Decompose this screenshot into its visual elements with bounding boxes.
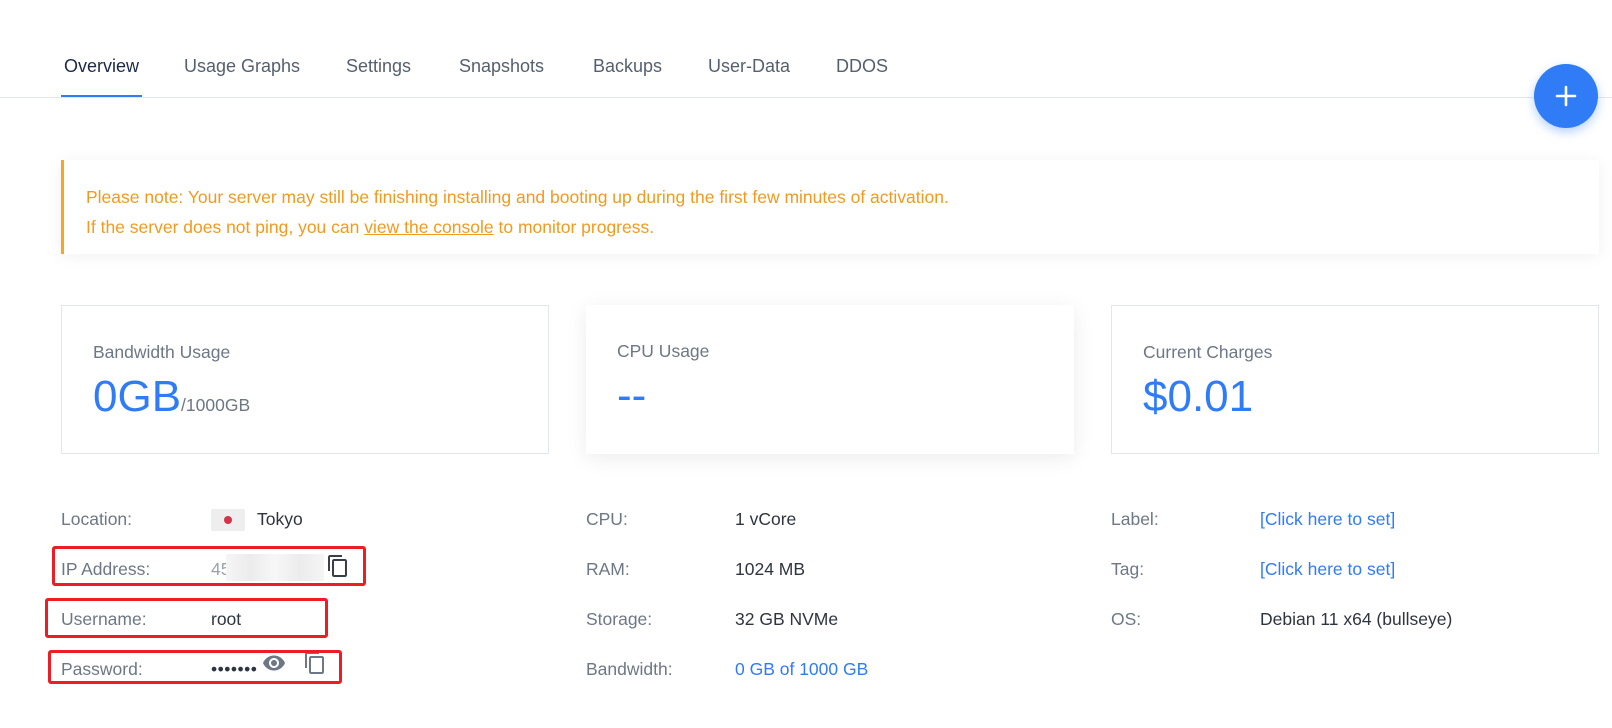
password-highlight-box [48,650,342,684]
notice-text: If the server does not ping, you can [86,217,365,237]
storage-label: Storage: [586,609,653,629]
add-button[interactable] [1534,64,1598,128]
card-label: CPU Usage [617,341,710,361]
cpu-usage-card: CPU Usage -- [586,305,1074,454]
notice-line-2: If the server does not ping, you can vie… [86,212,1599,242]
card-value: -- [617,371,647,420]
tab-settings[interactable]: Settings [346,56,411,77]
card-value: 0GB/1000GB [93,372,250,422]
cpu-value: 1 vCore [735,509,797,529]
plus-icon [1555,85,1577,107]
storage-value: 32 GB NVMe [735,609,839,629]
bandwidth-value: 0 GB of 1000 GB [735,659,869,679]
ram-label: RAM: [586,559,630,579]
os-label: OS: [1111,609,1142,629]
set-tag-link[interactable]: [Click here to set] [1260,559,1395,580]
set-label-link[interactable]: [Click here to set] [1260,509,1395,530]
current-charges-card: Current Charges $0.01 [1111,305,1599,454]
cpu-label: CPU: [586,509,628,529]
username-highlight-box [45,598,328,638]
card-label: Current Charges [1143,342,1273,362]
label-label: Label: [1111,509,1159,529]
tab-user-data[interactable]: User-Data [708,56,790,77]
bandwidth-total: /1000GB [181,395,251,415]
location-label: Location: [61,509,133,529]
notice-line-1: Please note: Your server may still be fi… [86,187,949,207]
ram-value: 1024 MB [735,559,806,579]
view-console-link[interactable]: view the console [364,217,493,237]
bandwidth-usage-card: Bandwidth Usage 0GB/1000GB [61,305,549,454]
os-value: Debian 11 x64 (bullseye) [1260,609,1453,629]
tab-snapshots[interactable]: Snapshots [459,56,544,77]
japan-flag-icon [211,509,245,531]
activation-notice: Please note: Your server may still be fi… [61,160,1599,254]
notice-text-end: to monitor progress. [493,217,655,237]
server-overview-page: Overview Usage Graphs Settings Snapshots… [0,0,1612,728]
bandwidth-used: 0GB [93,372,182,421]
ip-highlight-box [52,546,366,586]
card-value: $0.01 [1143,372,1254,421]
tab-usage-graphs[interactable]: Usage Graphs [184,56,300,77]
card-label: Bandwidth Usage [93,342,231,362]
tag-label: Tag: [1111,559,1145,579]
tab-ddos[interactable]: DDOS [836,56,888,77]
tab-overview[interactable]: Overview [64,56,139,77]
active-tab-indicator [61,95,142,97]
bandwidth-label: Bandwidth: [586,659,673,679]
tab-bar: Overview Usage Graphs Settings Snapshots… [0,0,1612,98]
tab-backups[interactable]: Backups [593,56,662,77]
location-value: Tokyo [257,509,303,529]
